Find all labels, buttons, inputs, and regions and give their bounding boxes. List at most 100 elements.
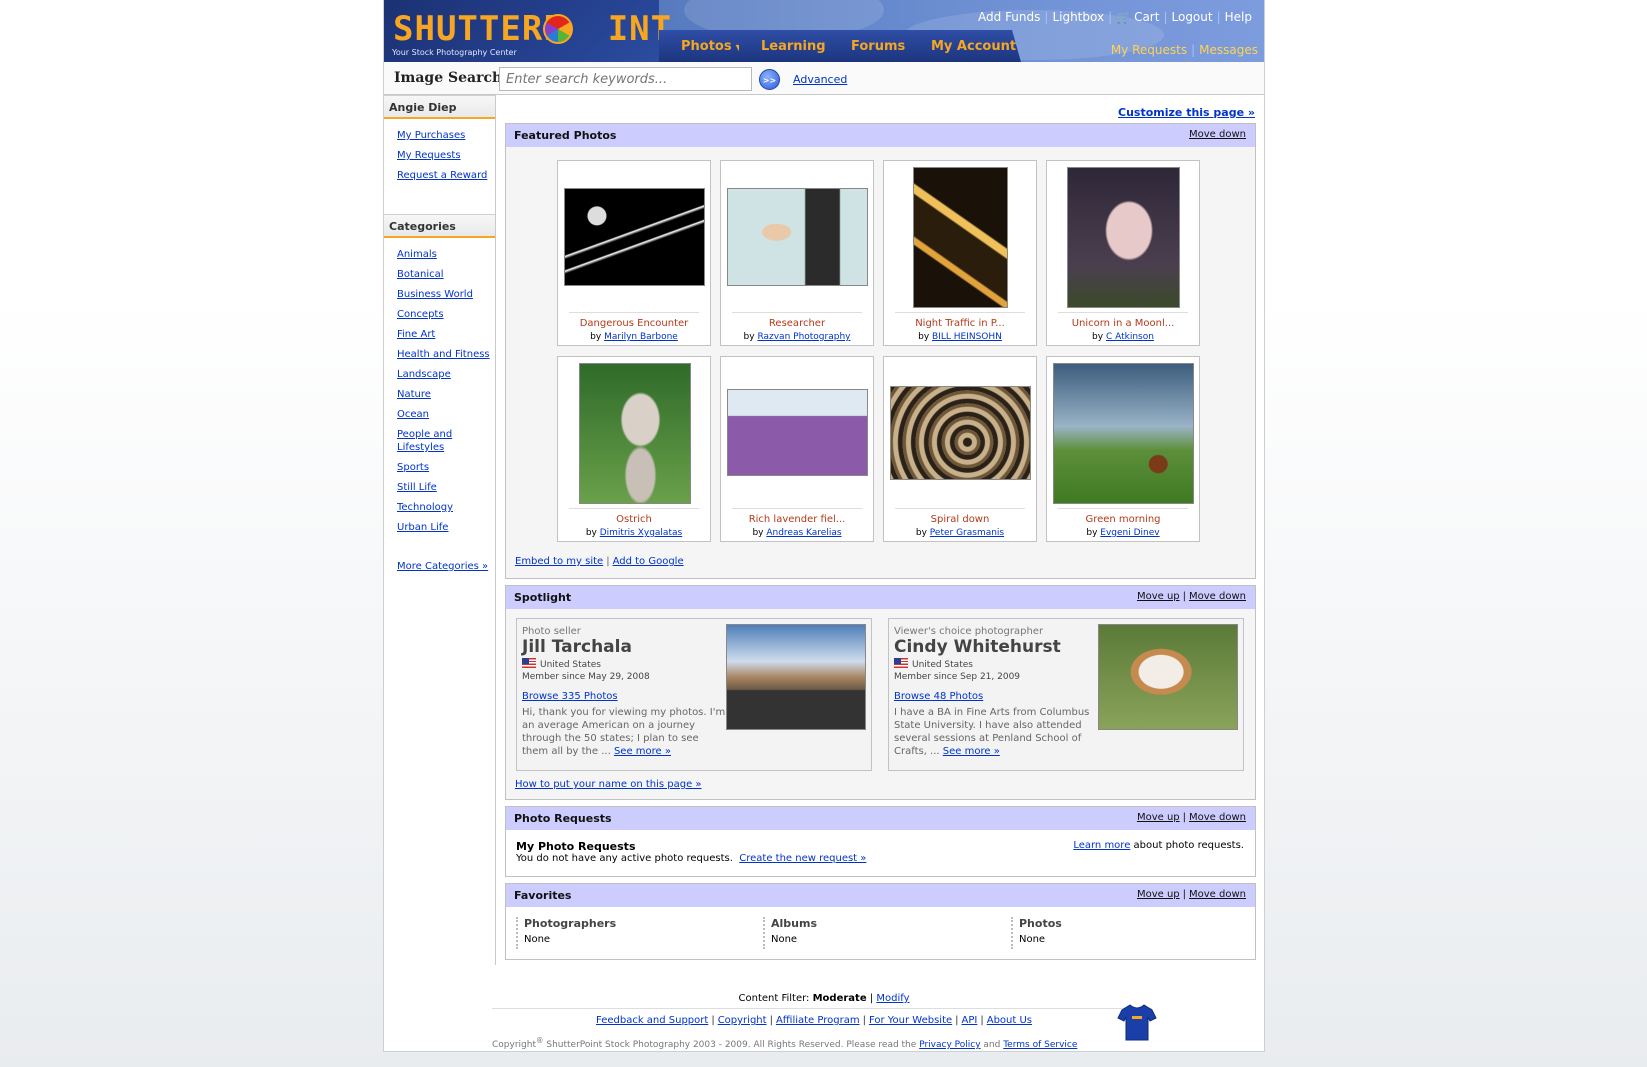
footer-link[interactable]: Affiliate Program	[776, 1015, 860, 1026]
category-link[interactable]: Landscape	[397, 369, 451, 380]
photo-title: Night Traffic in P...	[915, 318, 1005, 329]
see-more-link[interactable]: See more »	[614, 746, 671, 757]
add-google-link[interactable]: Add to Google	[613, 556, 684, 567]
photo-title: Ostrich	[616, 514, 652, 525]
tab-forums[interactable]: Forums▼	[829, 30, 919, 62]
panel-header: Spotlight Move up | Move down	[506, 586, 1255, 609]
see-more-link[interactable]: See more »	[943, 746, 1000, 757]
messages-link[interactable]: Messages	[1199, 43, 1258, 57]
category-link[interactable]: Botanical	[397, 269, 444, 280]
photo-card[interactable]: Ostrich by Dimitris Xygalatas	[557, 356, 711, 542]
category-link[interactable]: Urban Life	[397, 522, 448, 533]
footer-link[interactable]: Copyright	[718, 1015, 767, 1026]
photo-card[interactable]: Spiral down by Peter Grasmanis	[883, 356, 1037, 542]
author-link[interactable]: Peter Grasmanis	[930, 528, 1004, 538]
footer-divider	[492, 1008, 1152, 1009]
my-requests-link[interactable]: My Requests	[397, 150, 461, 161]
photo-thumbnail[interactable]	[564, 188, 705, 286]
list-item: Still Life	[397, 481, 492, 494]
photo-title: Dangerous Encounter	[579, 318, 689, 329]
category-link[interactable]: Concepts	[397, 309, 444, 320]
category-link[interactable]: Health and Fitness	[397, 349, 490, 360]
photo-thumbnail[interactable]	[1053, 363, 1194, 504]
embed-link[interactable]: Embed to my site	[515, 556, 603, 567]
category-link[interactable]: Nature	[397, 389, 431, 400]
author-link[interactable]: Razvan Photography	[757, 332, 850, 342]
spotlight-photo[interactable]	[1098, 624, 1238, 730]
author-link[interactable]: Dimitris Xygalatas	[600, 528, 682, 538]
author-link[interactable]: BILL HEINSOHN	[932, 332, 1002, 342]
browse-photos-link[interactable]: Browse 335 Photos	[522, 691, 618, 702]
author-link[interactable]: Evgeni Dinev	[1100, 528, 1159, 538]
tshirt-icon[interactable]	[1117, 1002, 1157, 1042]
cart-link[interactable]: Cart	[1134, 10, 1159, 24]
category-link[interactable]: Ocean	[397, 409, 429, 420]
photo-card[interactable]: Night Traffic in P... by BILL HEINSOHN	[883, 160, 1037, 346]
create-request-link[interactable]: Create the new request »	[739, 853, 866, 864]
photo-card[interactable]: Dangerous Encounter by Marilyn Barbone	[557, 160, 711, 346]
list-item: Botanical	[397, 268, 492, 281]
photo-card[interactable]: Rich lavender fiel... by Andreas Karelia…	[720, 356, 874, 542]
request-reward-link[interactable]: Request a Reward	[397, 170, 487, 181]
move-down-link[interactable]: Move down	[1189, 591, 1246, 602]
photo-card[interactable]: Unicorn in a Moonl... by C Atkinson	[1046, 160, 1200, 346]
move-down-link[interactable]: Move down	[1189, 812, 1246, 823]
author-link[interactable]: Andreas Karelias	[766, 528, 841, 538]
author-link[interactable]: C Atkinson	[1106, 332, 1154, 342]
photo-thumbnail[interactable]	[913, 167, 1008, 308]
my-requests-link[interactable]: My Requests	[1111, 43, 1187, 57]
logout-link[interactable]: Logout	[1172, 10, 1213, 24]
photo-thumbnail[interactable]	[727, 389, 868, 476]
privacy-policy-link[interactable]: Privacy Policy	[919, 1040, 980, 1050]
footer-link[interactable]: Feedback and Support	[596, 1015, 708, 1026]
my-purchases-link[interactable]: My Purchases	[397, 130, 465, 141]
add-funds-link[interactable]: Add Funds	[978, 10, 1040, 24]
category-link[interactable]: Business World	[397, 289, 473, 300]
photo-thumbnail[interactable]	[579, 363, 691, 504]
category-link[interactable]: Animals	[397, 249, 437, 260]
move-down-link[interactable]: Move down	[1189, 889, 1246, 900]
footer-link[interactable]: About Us	[987, 1015, 1032, 1026]
move-up-link[interactable]: Move up	[1137, 591, 1180, 602]
lightbox-link[interactable]: Lightbox	[1052, 10, 1104, 24]
move-down-link[interactable]: Move down	[1189, 129, 1246, 140]
logo[interactable]: SHUTTERP INT Your Stock Photography Cent…	[384, 0, 671, 62]
category-link[interactable]: Fine Art	[397, 329, 435, 340]
browse-photos-link[interactable]: Browse 48 Photos	[894, 691, 983, 702]
tab-my-account[interactable]: My Account ▼	[909, 30, 1021, 62]
category-link[interactable]: Technology	[397, 502, 453, 513]
photo-card[interactable]: Researcher by Razvan Photography	[720, 160, 874, 346]
customize-page-link[interactable]: Customize this page »	[1118, 106, 1255, 119]
how-to-link[interactable]: How to put your name on this page »	[515, 779, 702, 790]
list-item: Concepts	[397, 308, 492, 321]
tab-label: Forums	[851, 39, 906, 54]
terms-link[interactable]: Terms of Service	[1003, 1040, 1077, 1050]
move-up-link[interactable]: Move up	[1137, 889, 1180, 900]
search-go-button[interactable]: >>	[759, 69, 780, 90]
tab-photos[interactable]: Photos ▼	[659, 30, 749, 62]
sidebar-categories-title: Categories	[384, 214, 495, 238]
help-link[interactable]: Help	[1225, 10, 1252, 24]
learn-more-link[interactable]: Learn more	[1073, 840, 1130, 851]
spotlight-bio: I have a BA in Fine Arts from Columbus S…	[894, 707, 1090, 757]
tab-learning[interactable]: Learning▼	[739, 30, 839, 62]
advanced-search-link[interactable]: Advanced	[793, 73, 847, 86]
category-link[interactable]: Still Life	[397, 482, 437, 493]
list-item: Nature	[397, 388, 492, 401]
author-link[interactable]: Marilyn Barbone	[604, 332, 678, 342]
photo-thumbnail[interactable]	[1067, 167, 1180, 308]
spotlight-photo[interactable]	[726, 624, 866, 730]
footer-link[interactable]: For Your Website	[869, 1015, 952, 1026]
modify-filter-link[interactable]: Modify	[876, 993, 909, 1004]
list-item: Sports	[397, 461, 492, 474]
category-link[interactable]: People and Lifestyles	[397, 429, 452, 453]
category-link[interactable]: Sports	[397, 462, 429, 473]
photo-thumbnail[interactable]	[727, 188, 868, 286]
photo-thumbnail[interactable]	[890, 386, 1031, 480]
photo-card[interactable]: Green morning by Evgeni Dinev	[1046, 356, 1200, 542]
move-up-link[interactable]: Move up	[1137, 812, 1180, 823]
footer-link[interactable]: API	[962, 1015, 978, 1026]
more-categories-link[interactable]: More Categories »	[397, 561, 488, 572]
cart-icon[interactable]: 🛒	[1116, 10, 1131, 24]
search-input[interactable]	[499, 67, 752, 91]
